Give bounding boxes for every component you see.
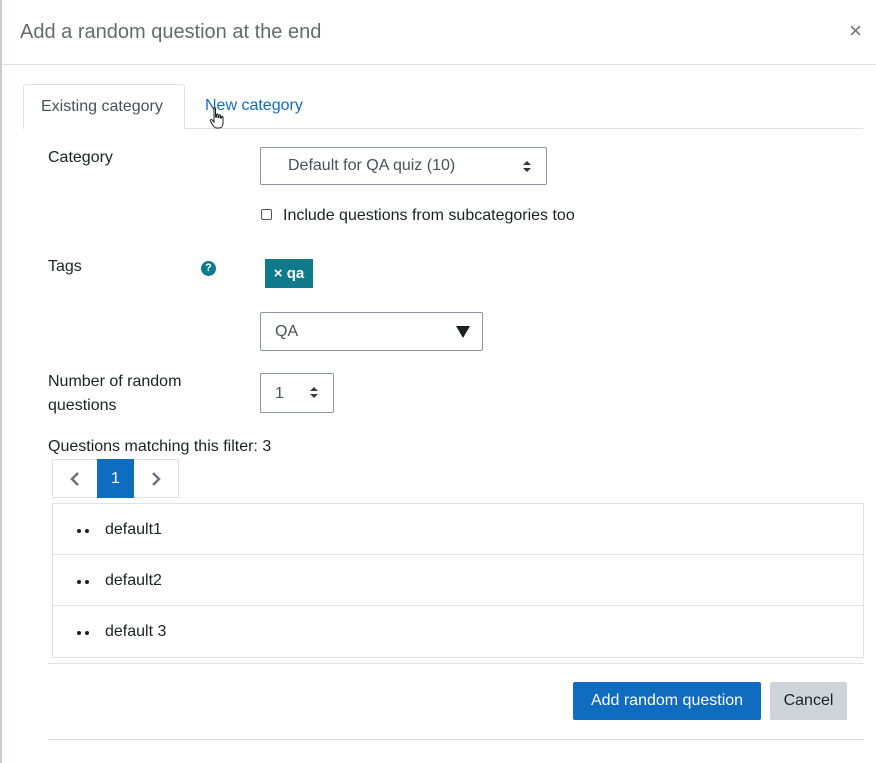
list-item: default 3: [53, 606, 863, 657]
number-of-questions-select[interactable]: 1: [260, 373, 334, 413]
tag-search-input[interactable]: QA: [260, 312, 483, 351]
question-name: default 3: [105, 623, 167, 640]
close-icon[interactable]: ×: [849, 20, 862, 42]
pagination-page-1[interactable]: 1: [97, 459, 134, 498]
tags-label: Tags: [48, 258, 82, 275]
bullet-icon: [77, 529, 91, 533]
question-circle-icon[interactable]: ?: [201, 261, 216, 276]
cancel-button[interactable]: Cancel: [770, 682, 847, 720]
category-tabs: Existing category New category: [23, 84, 863, 129]
chevron-right-icon: [152, 471, 161, 486]
tab-new-category[interactable]: New category: [188, 84, 320, 128]
question-name: default1: [105, 521, 162, 538]
category-label: Category: [48, 149, 113, 166]
modal-header: Add a random question at the end ×: [2, 0, 876, 65]
pagination-prev[interactable]: [52, 459, 98, 498]
list-item: default1: [53, 504, 863, 555]
bullet-icon: [77, 631, 91, 635]
question-list: default1 default2 default 3: [52, 503, 864, 658]
tab-existing-category[interactable]: Existing category: [23, 84, 185, 129]
tag-search-value: QA: [275, 323, 299, 340]
modal-title: Add a random question at the end: [20, 21, 322, 43]
include-subcategories-checkbox[interactable]: [261, 209, 272, 220]
chevron-left-icon: [70, 471, 79, 486]
include-subcategories-label: Include questions from subcategories too: [283, 207, 575, 224]
number-label-line1: Number of random: [48, 373, 182, 390]
divider: [48, 739, 864, 740]
hand-cursor-icon: [209, 107, 224, 129]
bullet-icon: [77, 580, 91, 584]
number-select-value: 1: [275, 385, 284, 402]
category-select[interactable]: Default for QA quiz (10): [260, 147, 547, 185]
list-item: default2: [53, 555, 863, 606]
question-name: default2: [105, 572, 162, 589]
selected-tag-qa[interactable]: × qa: [265, 259, 313, 288]
pagination: 1: [52, 459, 179, 498]
number-label-line2: questions: [48, 397, 117, 414]
add-random-question-button[interactable]: Add random question: [573, 682, 761, 720]
random-question-modal: Add a random question at the end × Exist…: [0, 0, 876, 763]
pagination-next[interactable]: [133, 459, 179, 498]
matching-count-text: Questions matching this filter: 3: [48, 438, 272, 455]
caret-down-icon[interactable]: [456, 326, 470, 338]
category-select-value: Default for QA quiz (10): [288, 157, 456, 174]
divider: [48, 663, 864, 664]
